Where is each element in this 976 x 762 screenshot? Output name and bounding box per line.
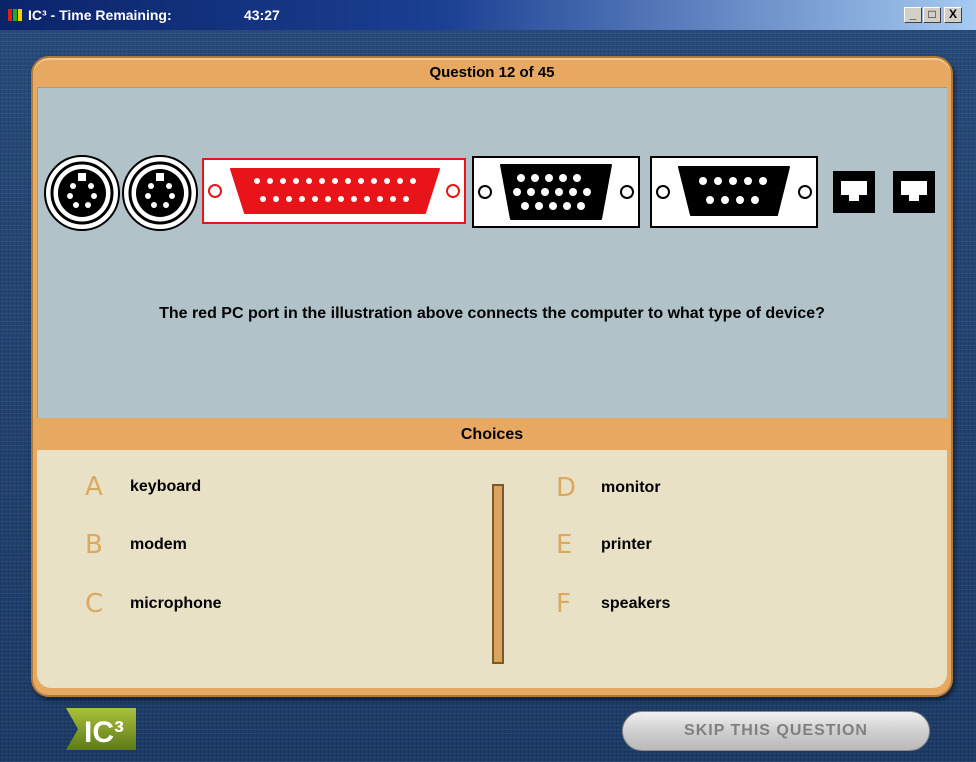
window-titlebar: IC³ - Time Remaining: 43:27 _ □ X	[0, 0, 976, 30]
network-port-icon	[833, 171, 875, 213]
choice-d[interactable]: D monitor	[556, 473, 756, 503]
choice-letter: C	[85, 589, 104, 619]
choice-f[interactable]: F speakers	[556, 589, 756, 619]
choice-label: monitor	[601, 479, 661, 496]
ps2-mouse-port-icon	[122, 155, 198, 231]
time-remaining: 43:27	[244, 7, 280, 23]
choice-letter: E	[556, 530, 573, 560]
choice-e[interactable]: E printer	[556, 530, 756, 560]
parallel-port-icon	[202, 158, 466, 224]
ports-illustration	[44, 155, 935, 231]
window-title: IC³ - Time Remaining:	[28, 7, 172, 23]
ps2-keyboard-port-icon	[44, 155, 120, 231]
choice-letter: F	[556, 589, 571, 619]
serial-port-icon	[650, 156, 818, 228]
question-text: The red PC port in the illustration abov…	[159, 305, 825, 322]
question-counter: Question 12 of 45	[429, 64, 555, 81]
minimize-button[interactable]: _	[904, 7, 922, 23]
ic3-logo: IC³	[66, 708, 136, 750]
close-button[interactable]: X	[944, 7, 962, 23]
choice-letter: B	[85, 530, 103, 560]
vga-port-icon	[472, 156, 640, 228]
question-panel: Question 12 of 45 The red PC port in the…	[31, 56, 953, 697]
choice-letter: D	[556, 473, 577, 503]
choice-label: keyboard	[130, 478, 202, 495]
network-port-icon	[893, 171, 935, 213]
choice-label: microphone	[130, 595, 222, 612]
choice-label: speakers	[601, 595, 671, 612]
choice-c[interactable]: C microphone	[85, 589, 285, 619]
choice-letter: A	[85, 472, 103, 502]
question-area: The red PC port in the illustration abov…	[37, 87, 947, 418]
choice-label: printer	[601, 536, 652, 553]
choice-a[interactable]: A keyboard	[85, 472, 285, 502]
choices-header: Choices	[460, 426, 524, 443]
svg-text:IC³: IC³	[84, 716, 124, 749]
choice-label: modem	[130, 536, 187, 553]
maximize-button[interactable]: □	[923, 7, 941, 23]
choices-divider	[492, 484, 504, 664]
skip-question-button[interactable]: SKIP THIS QUESTION	[622, 711, 930, 751]
choice-b[interactable]: B modem	[85, 530, 285, 560]
choices-area: A keyboard B modem C microphone D monito…	[37, 450, 947, 688]
app-icon	[8, 9, 22, 21]
